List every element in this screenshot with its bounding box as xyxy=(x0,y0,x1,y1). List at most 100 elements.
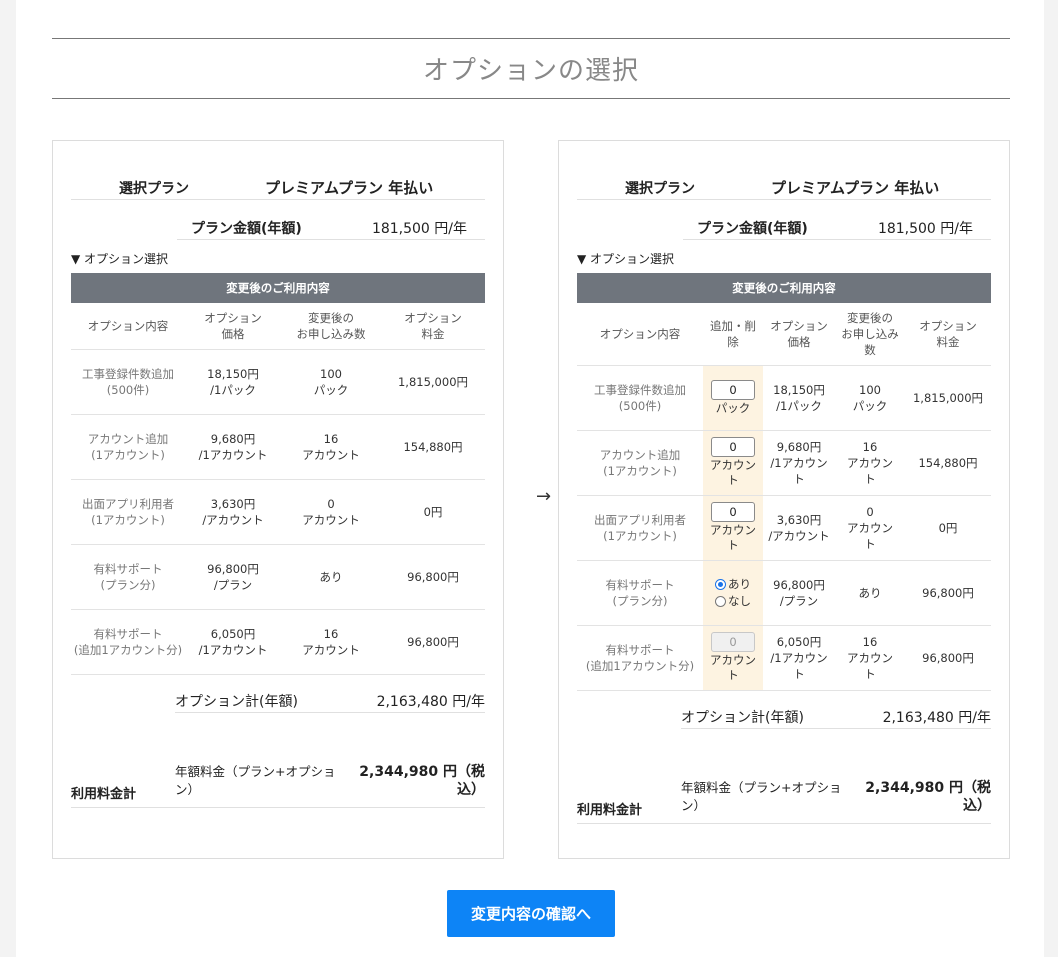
arrow-right-icon: → xyxy=(536,486,552,507)
plan-label: 選択プラン xyxy=(119,181,189,197)
option-name: 出面アプリ利用者 (1アカウント) xyxy=(577,495,703,561)
radio-option-no[interactable]: なし xyxy=(705,593,761,610)
plan-price-label: プラン金額(年額) xyxy=(697,221,808,237)
option-price: 18,150円/1パック xyxy=(185,349,281,415)
radio-option-yes[interactable]: あり xyxy=(705,576,761,593)
table-row: 工事登録件数追加 (500件) 18,150円/1パック 100 パック 1,815… xyxy=(71,349,485,415)
option-name: 工事登録件数追加 (500件) xyxy=(577,365,703,431)
table-row: 有料サポート(追加1アカウント分) アカウント 6,050円/1アカウント 16… xyxy=(577,625,991,691)
plan-value: プレミアムプラン 年払い xyxy=(771,179,940,197)
option-count: 16 アカウント xyxy=(281,609,381,675)
option-name: 有料サポート (追加1アカウント分) xyxy=(71,609,185,675)
confirm-changes-button[interactable]: 変更内容の確認へ xyxy=(447,890,615,937)
option-price: 18,150円/1パック xyxy=(763,365,835,431)
header-price: オプション 価格 xyxy=(185,303,281,350)
option-price: 6,050円/1アカウント xyxy=(185,609,281,675)
plan-price-row: プラン金額(年額) 181,500 円/年 xyxy=(177,215,485,240)
header-content: オプション内容 xyxy=(577,303,703,366)
grand-total-sub: 年額料金（プラン+オプション） xyxy=(175,764,336,797)
option-control: あり なし xyxy=(703,560,763,626)
table-header-row: オプション内容 追加・削除 オプション 価格 変更後の お申し込み数 オプション 料金 xyxy=(577,303,991,366)
option-name: 有料サポート (プラン分) xyxy=(71,544,185,610)
quantity-input[interactable] xyxy=(711,502,755,522)
radio-selected-icon[interactable] xyxy=(715,578,726,590)
table-row: 有料サポート (プラン分) あり なし 96,800円/プラン あり 96,80… xyxy=(577,560,991,626)
table-row: 出面アプリ利用者(1アカウント) アカウント 3,630円/アカウント 0アカウ… xyxy=(577,495,991,561)
grand-total-label: 利用料金計 xyxy=(577,803,643,818)
option-total-value: 2,163,480 円/年 xyxy=(882,710,991,726)
page-container: オプションの選択 選択プラン プレミアムプラン 年払い プラン金額(年額) 18… xyxy=(16,0,1044,957)
quantity-input[interactable] xyxy=(711,437,755,457)
header-price: オプション 価格 xyxy=(763,303,835,366)
option-total-row: オプション計(年額) 2,163,480 円/年 xyxy=(175,688,485,713)
options-toggle[interactable]: ▼ オプション選択 xyxy=(577,250,674,267)
table-title: 変更後のご利用内容 xyxy=(71,273,485,303)
table-row: アカウント追加(1アカウント) アカウント 9,680円/1アカウント 16アカ… xyxy=(577,430,991,496)
option-count: 16 アカウント xyxy=(835,430,905,496)
header-fee: オプション 料金 xyxy=(381,303,485,350)
header-count: 変更後の お申し込み数 xyxy=(281,303,381,350)
quantity-unit: アカウント xyxy=(710,653,756,682)
header-control: 追加・削除 xyxy=(703,303,763,366)
option-total-row: オプション計(年額) 2,163,480 円/年 xyxy=(681,704,991,729)
option-control: アカウント xyxy=(703,495,763,561)
option-count: あり xyxy=(835,560,905,626)
option-count: 16 アカウント xyxy=(835,625,905,691)
table-row: アカウント追加 (1アカウント) 9,680円/1アカウント 16 アカウント 15… xyxy=(71,414,485,480)
grand-total-block: 利用料金計 年額料金（プラン+オプション） 2,344,980 円（税込） xyxy=(71,763,485,808)
option-name: 工事登録件数追加 (500件) xyxy=(71,349,185,415)
option-total-label: オプション計(年額) xyxy=(681,710,804,726)
option-count: 0 アカウント xyxy=(281,479,381,545)
option-price: 9,680円/1アカウント xyxy=(185,414,281,480)
quantity-input-disabled xyxy=(711,632,755,652)
option-count: 100 パック xyxy=(281,349,381,415)
title-block: オプションの選択 xyxy=(52,38,1010,99)
option-price: 3,630円/アカウント xyxy=(763,495,835,561)
option-fee: 96,800円 xyxy=(381,544,485,610)
grand-total-value: 2,344,980 円（税込） xyxy=(359,764,485,798)
option-fee: 1,815,000円 xyxy=(905,365,991,431)
options-table: 変更後のご利用内容 オプション内容 オプション 価格 変更後の お申し込み数 オプシ… xyxy=(71,273,485,675)
header-content: オプション内容 xyxy=(71,303,185,350)
option-price: 3,630円/アカウント xyxy=(185,479,281,545)
quantity-unit: アカウント xyxy=(710,458,756,487)
option-fee: 154,880円 xyxy=(381,414,485,480)
option-price: 96,800円/プラン xyxy=(185,544,281,610)
options-toggle[interactable]: ▼ オプション選択 xyxy=(71,250,168,267)
option-name: アカウント追加 (1アカウント) xyxy=(71,414,185,480)
table-title: 変更後のご利用内容 xyxy=(577,273,991,303)
option-price: 6,050円/1アカウント xyxy=(763,625,835,691)
plan-label: 選択プラン xyxy=(625,181,695,197)
option-count: あり xyxy=(281,544,381,610)
plan-row: 選択プラン プレミアムプラン 年払い xyxy=(71,175,485,200)
table-row: 出面アプリ利用者 (1アカウント) 3,630円/アカウント 0 アカウント 0円 xyxy=(71,479,485,545)
table-row: 有料サポート (追加1アカウント分) 6,050円/1アカウント 16 アカウント … xyxy=(71,609,485,675)
page-title: オプションの選択 xyxy=(422,56,639,86)
grand-total-sub: 年額料金（プラン+オプション） xyxy=(681,780,842,813)
plan-row: 選択プラン プレミアムプラン 年払い xyxy=(577,175,991,200)
option-price: 9,680円/1アカウント xyxy=(763,430,835,496)
table-row: 有料サポート (プラン分) 96,800円/プラン あり 96,800円 xyxy=(71,544,485,610)
table-row: 工事登録件数追加(500件) パック 18,150円/1パック 100パック 1… xyxy=(577,365,991,431)
new-plan-card: 選択プラン プレミアムプラン 年払い プラン金額(年額) 181,500 円/年… xyxy=(558,140,1010,859)
option-count: 16 アカウント xyxy=(281,414,381,480)
option-count: 0 アカウント xyxy=(835,495,905,561)
option-name: 有料サポート (追加1アカウント分) xyxy=(577,625,703,691)
header-count: 変更後の お申し込み数 xyxy=(835,303,905,366)
radio-unselected-icon[interactable] xyxy=(715,595,726,607)
quantity-input[interactable] xyxy=(711,379,755,400)
grand-total-block: 利用料金計 年額料金（プラン+オプション） 2,344,980 円（税込） xyxy=(577,779,991,824)
option-fee: 0円 xyxy=(905,495,991,561)
quantity-unit: アカウント xyxy=(710,523,756,552)
plan-price-row: プラン金額(年額) 181,500 円/年 xyxy=(683,215,991,240)
current-plan-card: 選択プラン プレミアムプラン 年払い プラン金額(年額) 181,500 円/年… xyxy=(52,140,504,859)
option-count: 100 パック xyxy=(835,365,905,431)
grand-total-value: 2,344,980 円（税込） xyxy=(865,780,991,814)
option-fee: 96,800円 xyxy=(381,609,485,675)
option-price: 96,800円/プラン xyxy=(763,560,835,626)
quantity-unit: パック xyxy=(715,400,751,415)
option-control: アカウント xyxy=(703,430,763,496)
option-fee: 96,800円 xyxy=(905,625,991,691)
option-fee: 0円 xyxy=(381,479,485,545)
plan-price-label: プラン金額(年額) xyxy=(191,221,302,237)
